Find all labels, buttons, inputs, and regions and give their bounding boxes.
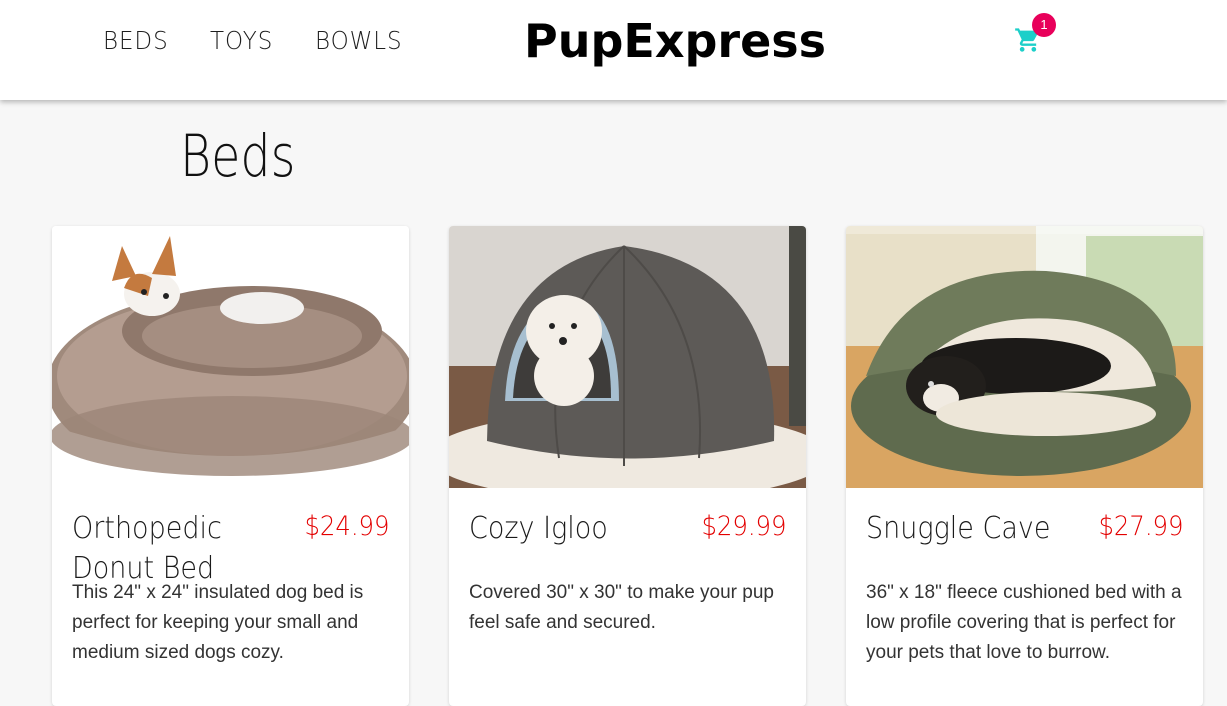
page-title: Beds (180, 122, 296, 190)
donut-bed-image[interactable] (52, 226, 409, 488)
product-description: 36" x 18" fleece cushioned bed with a lo… (866, 582, 1182, 663)
nav-link-toys[interactable]: TOYS (210, 26, 273, 55)
site-header: BEDS TOYS BOWLS PupExpress 1 (0, 0, 1227, 100)
product-name: Orthopedic Donut Bed (72, 511, 222, 586)
brand-logo[interactable]: PupExpress (524, 14, 826, 68)
product-price: $24.99 (303, 511, 389, 542)
product-name: Snuggle Cave (866, 511, 1051, 546)
product-name: Cozy Igloo (469, 511, 608, 546)
nav-link-beds[interactable]: BEDS (103, 26, 169, 55)
product-description: This 24" x 24" insulated dog bed is perf… (72, 582, 364, 663)
product-card-cozy-igloo[interactable]: Cozy Igloo $29.99 Covered 30" x 30" to m… (449, 226, 806, 706)
cart-count-badge: 1 (1032, 13, 1056, 37)
product-price: $29.99 (700, 511, 786, 542)
product-card-snuggle-cave[interactable]: Snuggle Cave $27.99 36" x 18" fleece cus… (846, 226, 1203, 706)
snuggle-cave-image[interactable] (846, 226, 1203, 488)
main-nav: BEDS TOYS BOWLS (103, 26, 446, 55)
product-price: $27.99 (1097, 511, 1183, 542)
cozy-igloo-image[interactable] (449, 226, 806, 488)
product-description: Covered 30" x 30" to make your pup feel … (469, 582, 774, 633)
nav-link-bowls[interactable]: BOWLS (315, 26, 403, 55)
product-card-donut-bed[interactable]: Orthopedic Donut Bed $24.99 This 24" x 2… (52, 226, 409, 706)
